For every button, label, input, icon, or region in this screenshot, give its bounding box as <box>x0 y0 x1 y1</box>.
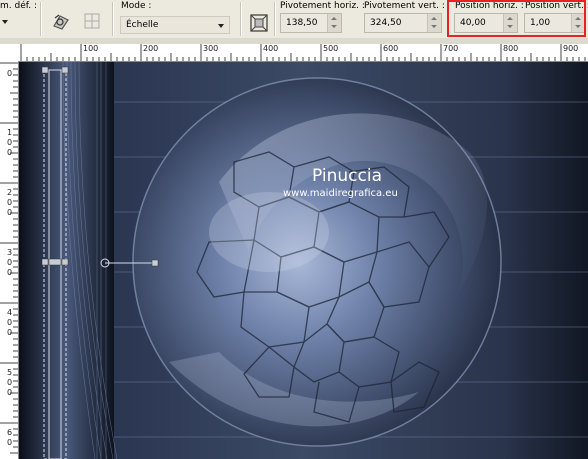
pivot-h-field[interactable]: 138,50 <box>280 13 342 33</box>
toolbar-separator <box>240 2 242 36</box>
pivot-v-stepper[interactable] <box>427 14 441 32</box>
deform-icon[interactable] <box>50 10 72 32</box>
ruler-label: 400 <box>263 44 279 53</box>
preset-label: m. déf. : <box>0 1 38 11</box>
ruler-label: 0 <box>7 138 13 147</box>
watermark-url: www.maidiregrafica.eu <box>283 188 398 199</box>
ruler-label: 1 <box>7 128 13 137</box>
pivot-v-label: Pivotement vert. : <box>364 1 445 11</box>
mode-label: Mode : <box>121 1 152 11</box>
preset-dropdown-icon[interactable] <box>2 20 8 24</box>
ruler-label: 600 <box>383 44 399 53</box>
toolbar-separator <box>112 2 114 36</box>
ruler-label: 0 <box>7 438 13 447</box>
ruler-label: 900 <box>563 44 579 53</box>
pivot-v-value: 324,50 <box>370 18 402 28</box>
toolbar-separator <box>40 2 42 36</box>
ruler-label: 0 <box>7 148 13 157</box>
ruler-label: 500 <box>323 44 339 53</box>
ruler-label: 2 <box>7 188 13 197</box>
ruler-label: 100 <box>83 44 99 53</box>
ruler-label: 200 <box>143 44 159 53</box>
pivot-h-value: 138,50 <box>286 18 318 28</box>
pivot-h-label: Pivotement horiz. : <box>280 1 365 11</box>
ruler-label: 0 <box>7 268 13 277</box>
pivot-h-stepper[interactable] <box>327 14 341 32</box>
mode-value: Échelle <box>126 20 159 30</box>
ruler-label: 700 <box>443 44 459 53</box>
ruler-label: 6 <box>7 428 13 437</box>
pivot-v-field[interactable]: 324,50 <box>364 13 442 33</box>
ruler-label: 3 <box>7 248 13 257</box>
artwork <box>19 62 588 459</box>
mode-select[interactable]: Échelle <box>120 16 230 34</box>
toolbar-separator <box>274 2 276 36</box>
ruler-label: 0 <box>7 378 13 387</box>
ruler-label: 0 <box>7 318 13 327</box>
highlight-box <box>447 0 586 37</box>
chevron-down-icon <box>218 24 224 28</box>
vertical-ruler: 0 1 0 0 2 0 0 3 0 0 4 0 0 5 0 0 6 0 <box>0 61 19 459</box>
toolbar: m. déf. : Mode : Échelle Pivotement hori… <box>0 0 588 39</box>
ruler-label: 5 <box>7 368 13 377</box>
image-canvas[interactable]: Pinuccia www.maidiregrafica.eu <box>19 62 588 459</box>
ruler-label: 0 <box>7 69 13 78</box>
ruler-label: 0 <box>7 388 13 397</box>
ruler-label: 0 <box>7 258 13 267</box>
horizontal-ruler: 100 200 300 400 500 600 700 800 900 <box>18 44 588 62</box>
watermark-title: Pinuccia <box>312 166 382 186</box>
ruler-label: 0 <box>7 198 13 207</box>
ruler-label: 300 <box>203 44 219 53</box>
mesh-icon[interactable] <box>81 10 103 32</box>
ruler-label: 4 <box>7 308 13 317</box>
ruler-corner <box>0 44 19 62</box>
ruler-label: 0 <box>7 208 13 217</box>
ruler-label: 800 <box>503 44 519 53</box>
reset-transform-icon[interactable] <box>248 12 270 34</box>
ruler-label: 0 <box>7 328 13 337</box>
